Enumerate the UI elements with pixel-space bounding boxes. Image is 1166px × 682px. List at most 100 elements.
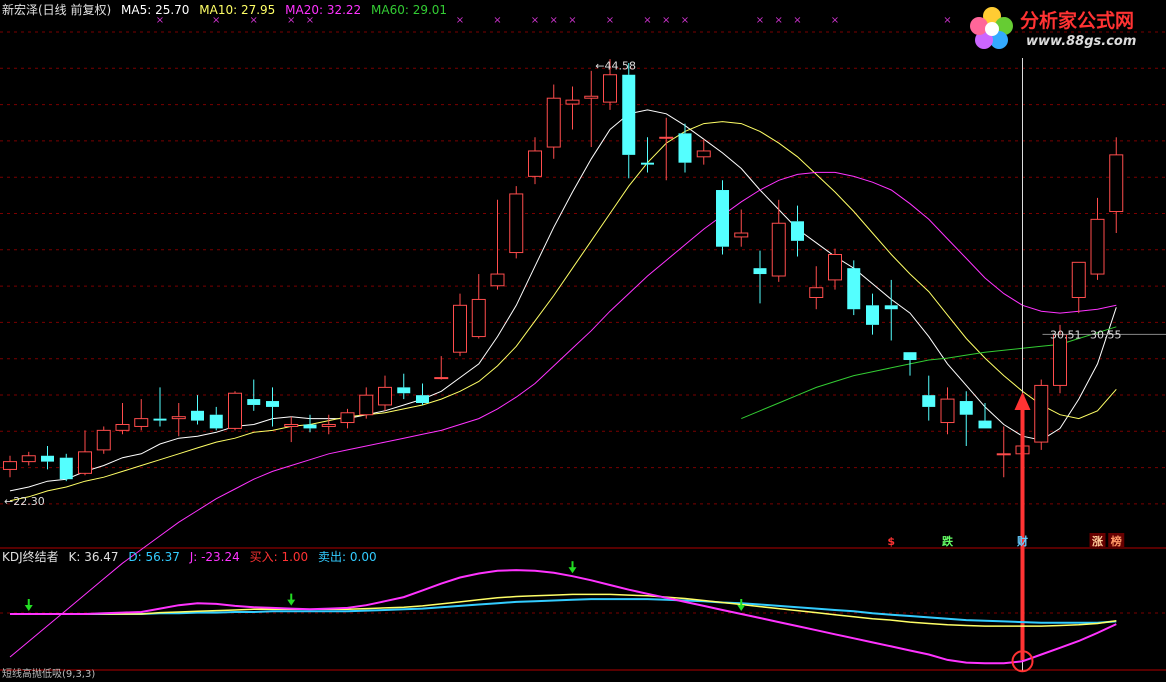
ma20-value: MA20: 32.22 [285, 3, 362, 17]
top-marker: × [550, 15, 558, 26]
candle [191, 395, 204, 425]
candle [3, 455, 17, 478]
candle-body [434, 377, 449, 380]
ma10-line [9, 121, 1117, 502]
candle [1090, 197, 1105, 280]
green-signal-arrow-head [24, 605, 33, 611]
crosshair-value: 30.51 [1050, 328, 1082, 341]
signal-label: $ [887, 535, 895, 548]
candle-body [96, 429, 111, 451]
kdj-buy-value: 买入: 1.00 [249, 550, 309, 564]
stock-name: 新宏泽(日线 前复权) [2, 3, 112, 17]
signal-label: 榜 [1111, 534, 1122, 548]
candle [340, 408, 355, 429]
candle-body [959, 401, 973, 415]
candle-body [247, 399, 261, 405]
candle-body [734, 232, 749, 238]
top-marker: × [643, 15, 651, 26]
candle [1109, 137, 1124, 234]
candle-body [546, 97, 561, 148]
candlestick-chart[interactable]: ××××××××××××××××××××←44.58←22.3030.5130.… [0, 0, 1166, 675]
candle-body [771, 222, 786, 277]
candle [809, 266, 824, 310]
candle [659, 117, 674, 181]
top-marker: × [943, 15, 951, 26]
signal-label: 财 [1016, 534, 1028, 548]
candle-body [59, 457, 73, 480]
candle [284, 416, 299, 443]
kdj-name: KDJ终结者 [2, 550, 59, 564]
candle-body [1109, 154, 1124, 213]
logo-title: 分析家公式网 [1020, 10, 1135, 32]
candle-body [978, 420, 992, 429]
top-marker: × [681, 15, 689, 26]
candle-body [922, 395, 936, 407]
candle [996, 426, 1011, 478]
candle-body [1090, 218, 1105, 275]
candle [1034, 379, 1049, 450]
main-header: 新宏泽(日线 前复权) MA5: 25.70 MA10: 27.95 MA20:… [2, 3, 453, 17]
candle-body [41, 455, 54, 462]
candle-body [416, 395, 429, 403]
high-price-label: ←44.58 [595, 60, 636, 73]
candle [641, 137, 654, 173]
top-marker: × [606, 15, 614, 26]
top-marker: × [793, 15, 801, 26]
candle [922, 375, 936, 421]
candle-body [171, 416, 186, 420]
candle [247, 379, 261, 411]
candle-body [847, 268, 861, 310]
candle [622, 63, 636, 179]
kdj-d-value: D: 56.37 [128, 550, 180, 564]
green-signal-arrow-head [737, 605, 746, 611]
candle [96, 426, 111, 454]
kdj-header: KDJ终结者 K: 36.47 D: 56.37 J: -23.24 买入: 1… [2, 550, 383, 564]
candle-body [696, 150, 711, 158]
candle-body [209, 414, 223, 429]
green-signal-arrow-head [568, 567, 577, 574]
candle [359, 387, 374, 419]
candle [866, 293, 879, 335]
top-marker: × [756, 15, 764, 26]
candle [416, 383, 429, 405]
top-marker: × [531, 15, 539, 26]
top-marker: × [775, 15, 783, 26]
candle [153, 387, 167, 427]
candle-body [716, 190, 729, 247]
candle [940, 387, 955, 435]
candle [716, 180, 729, 255]
candle-body [266, 401, 279, 407]
candle [59, 453, 73, 482]
candle-body [509, 193, 524, 254]
candle [959, 391, 973, 446]
candle-body [1034, 384, 1049, 443]
candle [21, 451, 36, 466]
candle-body [565, 99, 580, 105]
candle [978, 403, 992, 429]
candle [734, 209, 749, 247]
candle [115, 403, 130, 435]
candle-body [78, 451, 92, 474]
ma5-line [9, 109, 1117, 492]
candle-body [321, 423, 336, 427]
candle [753, 250, 767, 304]
candle [565, 86, 580, 130]
top-marker: × [493, 15, 501, 26]
top-marker: × [456, 15, 464, 26]
candle [134, 399, 149, 431]
candle [434, 356, 449, 380]
candle-body [903, 352, 917, 361]
candle [678, 123, 692, 173]
candle-body [191, 410, 204, 421]
candle-body [528, 150, 542, 177]
signal-label: 跌 [942, 534, 954, 548]
candle-body [996, 453, 1011, 456]
candle-body [115, 423, 130, 431]
candle-body [603, 74, 617, 103]
logo-url: www.88gs.com [1026, 34, 1137, 49]
candle-body [866, 305, 879, 325]
flower-icon [970, 7, 1013, 49]
candle-body [453, 304, 467, 353]
candle-body [659, 136, 674, 139]
price-axis-label: 30.55 [1090, 328, 1122, 341]
